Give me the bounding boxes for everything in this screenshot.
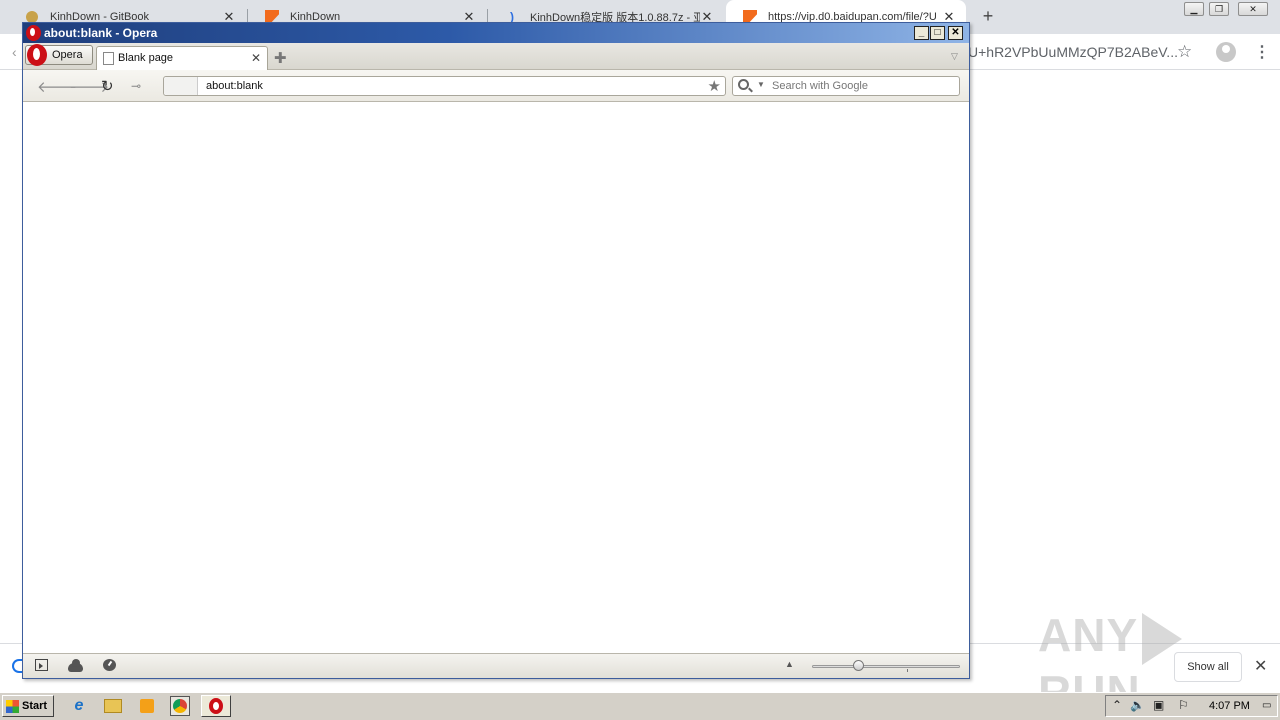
more-menu-icon[interactable]: ⋮ bbox=[1254, 42, 1270, 62]
watermark-text-left: ANY bbox=[1038, 609, 1139, 661]
cloud-icon[interactable] bbox=[68, 659, 83, 672]
action-center-flag-icon[interactable]: ⚐ bbox=[1178, 698, 1189, 712]
volume-icon[interactable]: 🔈 bbox=[1130, 698, 1145, 712]
profile-avatar-icon[interactable] bbox=[1216, 42, 1236, 62]
opera-titlebar[interactable]: about:blank - Opera _ □ ✕ bbox=[23, 23, 969, 43]
restore-button[interactable]: ❐ bbox=[1209, 2, 1229, 16]
zoom-slider-tick bbox=[907, 669, 908, 672]
reload-icon[interactable]: ↻ bbox=[101, 77, 114, 95]
search-icon bbox=[738, 79, 749, 90]
windows-logo-icon bbox=[6, 700, 19, 713]
taskbar-clock[interactable]: 4:07 PM bbox=[1209, 700, 1250, 712]
bookmark-star-icon[interactable]: ☆ bbox=[1177, 42, 1192, 62]
opera-close-button[interactable]: ✕ bbox=[948, 26, 963, 40]
network-icon[interactable]: ▣ bbox=[1153, 698, 1164, 712]
chevron-down-icon[interactable]: ▼ bbox=[757, 80, 765, 89]
start-label: Start bbox=[22, 700, 48, 712]
opera-new-tab-button[interactable]: ✚ bbox=[274, 49, 287, 67]
bookmark-star-icon[interactable]: ★ bbox=[708, 77, 721, 95]
close-downloads-icon[interactable]: ✕ bbox=[1254, 656, 1267, 676]
chrome-url-text[interactable]: U+hR2VPbUuMMzQP7B2ABeV... bbox=[968, 44, 1178, 60]
media-player-icon[interactable] bbox=[138, 697, 156, 715]
back-arrow-icon[interactable]: ‹ bbox=[12, 44, 17, 60]
show-desktop-icon[interactable]: ▭ bbox=[1262, 700, 1271, 711]
search-placeholder: Search with Google bbox=[772, 80, 868, 92]
opera-window: about:blank - Opera _ □ ✕ Opera Blank pa… bbox=[22, 22, 970, 679]
page-content-area[interactable] bbox=[23, 102, 969, 654]
search-field[interactable]: ▼ Search with Google bbox=[732, 76, 960, 96]
zoom-slider-track[interactable] bbox=[812, 665, 960, 668]
address-field[interactable]: about:blank ★ bbox=[163, 76, 726, 96]
new-tab-button[interactable]: + bbox=[978, 6, 998, 26]
internet-explorer-icon[interactable]: e bbox=[70, 697, 88, 715]
start-button[interactable]: Start bbox=[2, 695, 54, 717]
panel-toggle-icon[interactable] bbox=[35, 659, 48, 671]
page-icon bbox=[103, 52, 114, 65]
chrome-taskbar-icon[interactable] bbox=[170, 696, 190, 716]
chevron-up-icon[interactable]: ▲ bbox=[785, 659, 794, 669]
opera-tab-blank-page[interactable]: Blank page ✕ bbox=[96, 46, 268, 70]
opera-tab-title: Blank page bbox=[118, 52, 174, 64]
taskbar bbox=[0, 692, 1280, 720]
opera-minimize-button[interactable]: _ bbox=[914, 26, 929, 40]
opera-menu-button[interactable]: Opera bbox=[25, 44, 93, 66]
window-title: about:blank - Opera bbox=[44, 26, 158, 40]
opera-logo-icon bbox=[26, 25, 41, 41]
opera-menu-label: Opera bbox=[52, 49, 83, 61]
show-hidden-icons-icon[interactable]: ⌃ bbox=[1112, 698, 1122, 712]
tab-list-chevron-icon[interactable]: ▽ bbox=[951, 51, 958, 62]
address-url: about:blank bbox=[206, 80, 263, 92]
close-window-button[interactable]: ✕ bbox=[1238, 2, 1268, 16]
opera-maximize-button[interactable]: □ bbox=[930, 26, 945, 40]
opera-logo-icon bbox=[27, 44, 47, 66]
close-tab-icon[interactable]: ✕ bbox=[251, 51, 261, 65]
turbo-gauge-icon[interactable] bbox=[103, 659, 116, 671]
show-all-button[interactable]: Show all bbox=[1174, 652, 1242, 682]
wand-key-icon[interactable]: ⊸ bbox=[131, 79, 141, 93]
site-info-badge[interactable] bbox=[164, 77, 198, 95]
opera-taskbar-icon[interactable] bbox=[201, 695, 231, 717]
folder-icon[interactable] bbox=[104, 697, 122, 715]
minimize-button[interactable]: ▁ bbox=[1184, 2, 1204, 16]
